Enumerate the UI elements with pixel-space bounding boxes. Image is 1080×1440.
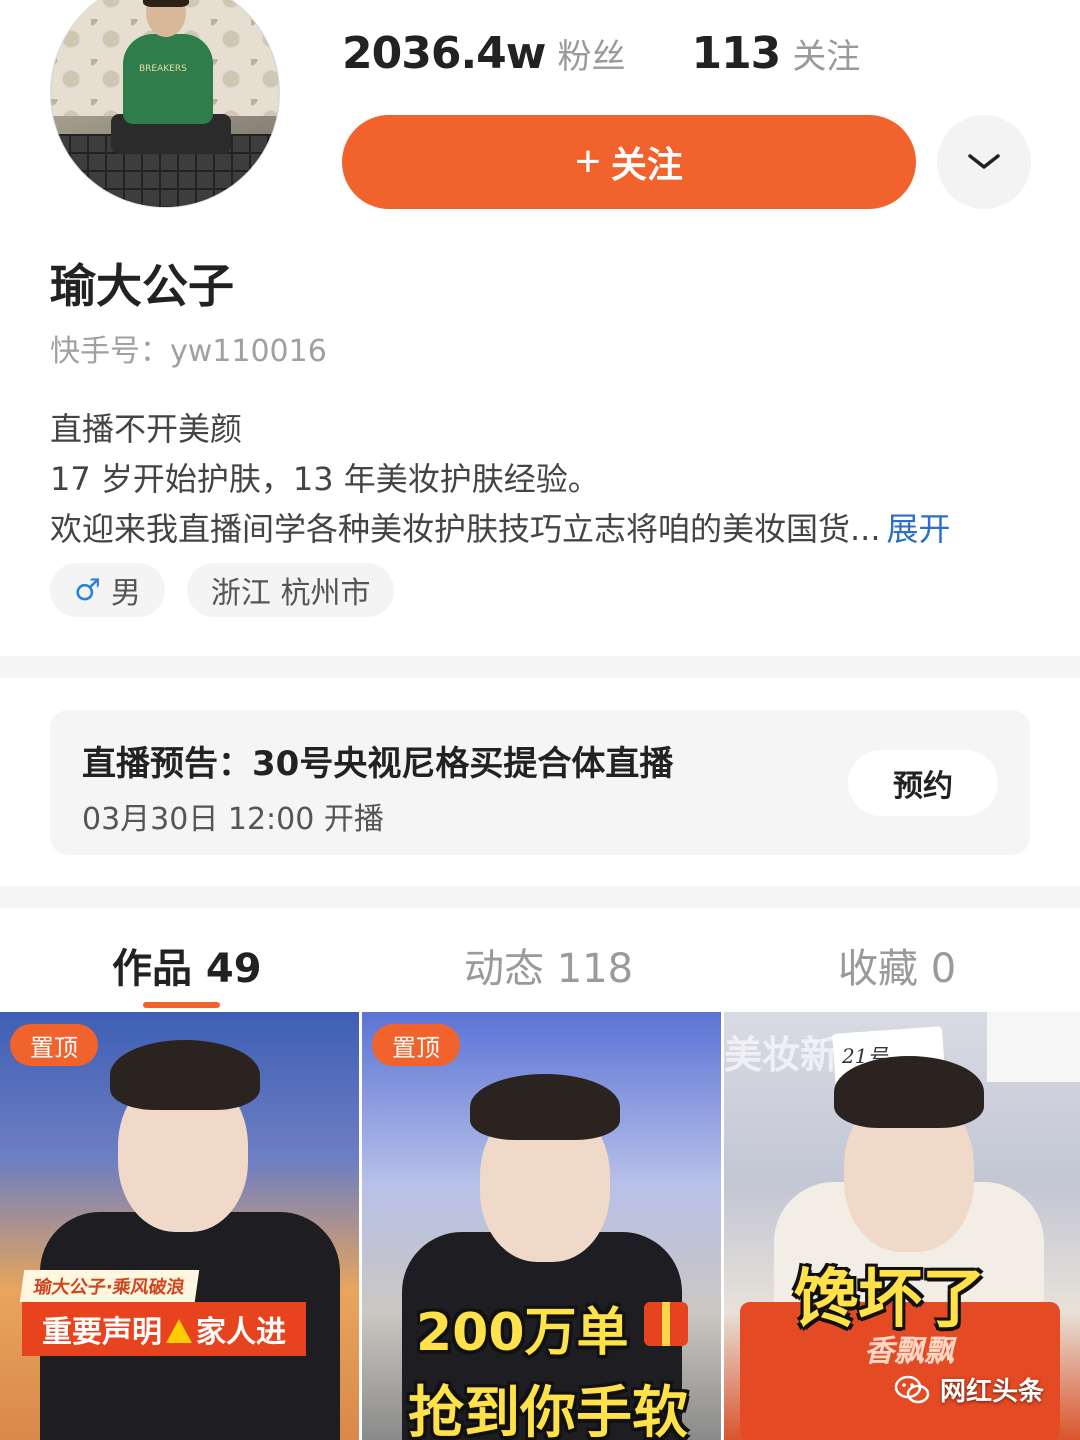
avatar-figure-shirt — [123, 34, 213, 124]
male-icon: ♂ — [74, 572, 101, 608]
section-divider — [0, 656, 1080, 678]
bio-line-3-text: 欢迎来我直播间学各种美妆护肤技巧立志将咱的美妆国货... — [50, 510, 881, 548]
tab-works[interactable]: 作品 49 — [112, 936, 262, 994]
video-caption: 馋坏了 — [794, 1263, 986, 1337]
profile-stats: 2036.4w 粉丝 113 关注 — [342, 28, 860, 79]
follow-button[interactable]: + 关注 — [342, 115, 916, 209]
kuaishou-id[interactable]: 快手号：yw110016 — [50, 326, 327, 370]
fans-count[interactable]: 2036.4w — [342, 28, 546, 79]
video-caption-main-b: 家人进 — [196, 1315, 286, 1350]
following-label[interactable]: 关注 — [792, 29, 860, 78]
section-divider — [0, 886, 1080, 908]
profile-tabs: 作品 49 动态 118 收藏 0 — [0, 912, 1080, 1012]
pinned-badge: 置顶 — [372, 1024, 460, 1066]
video-caption-main: 重要声明 家人进 — [22, 1302, 306, 1356]
gender-label: 男 — [110, 576, 141, 611]
figure-hair — [470, 1074, 620, 1140]
background-graphic: 美妆新 — [724, 1033, 839, 1077]
bio-line-2: 17 岁开始护肤，13 年美妆护肤经验。 — [50, 460, 600, 498]
gender-tag: ♂ 男 — [50, 563, 165, 617]
video-caption-line-1: 200万单 — [416, 1303, 629, 1363]
chevron-down-icon — [968, 154, 1000, 169]
figure-hair — [834, 1056, 984, 1128]
profile-name: 瑜大公子 — [50, 259, 234, 313]
watermark-text: 网红头条 — [939, 1377, 1044, 1407]
profile-bio: 直播不开美颜 17 岁开始护肤，13 年美妆护肤经验。 欢迎来我直播间学各种美妆… — [50, 404, 951, 554]
avatar-figure-hair — [143, 0, 189, 7]
gift-icon — [644, 1302, 688, 1346]
background-board — [987, 1012, 1080, 1082]
video-caption-main-a: 重要声明 — [42, 1315, 162, 1350]
plus-icon: + — [575, 137, 601, 186]
figure-hair — [110, 1040, 260, 1110]
video-caption-line-2: 抢到你手软 — [408, 1381, 688, 1440]
video-grid: 置顶 瑜大公子·乘风破浪 重要声明 家人进 置顶 200万单 抢到你手软 美妆新 … — [0, 1012, 1080, 1440]
video-caption-small: 瑜大公子·乘风破浪 — [19, 1270, 200, 1302]
pinned-badge: 置顶 — [10, 1024, 98, 1066]
live-notice-card[interactable]: 直播预告：30号央视尼格买提合体直播 03月30日 12:00 开播 预约 — [50, 710, 1030, 855]
active-tab-indicator — [143, 1002, 220, 1008]
location-label: 浙江 杭州市 — [210, 576, 371, 611]
live-notice-title: 直播预告：30号央视尼格买提合体直播 — [82, 744, 674, 784]
tab-moments[interactable]: 动态 118 — [464, 936, 633, 994]
video-thumbnail-1[interactable]: 置顶 瑜大公子·乘风破浪 重要声明 家人进 — [0, 1012, 359, 1440]
live-notice-time: 03月30日 12:00 开播 — [82, 802, 384, 837]
following-count[interactable]: 113 — [691, 28, 781, 79]
more-options-button[interactable] — [937, 115, 1031, 209]
profile-tags: ♂ 男 浙江 杭州市 — [50, 563, 395, 617]
watermark: 网红头条 — [894, 1371, 1044, 1408]
warning-icon — [166, 1319, 192, 1343]
avatar[interactable] — [50, 0, 280, 208]
bio-line-3: 欢迎来我直播间学各种美妆护肤技巧立志将咱的美妆国货... 展开 — [50, 504, 951, 554]
fans-label[interactable]: 粉丝 — [557, 29, 625, 78]
expand-bio-link[interactable]: 展开 — [887, 510, 951, 548]
tab-favorites[interactable]: 收藏 0 — [838, 936, 956, 994]
location-tag[interactable]: 浙江 杭州市 — [186, 563, 395, 617]
bio-line-1: 直播不开美颜 — [50, 410, 243, 448]
video-thumbnail-2[interactable]: 置顶 200万单 抢到你手软 — [362, 1012, 721, 1440]
reserve-button[interactable]: 预约 — [848, 750, 998, 816]
follow-button-label: 关注 — [610, 144, 683, 185]
wechat-icon — [894, 1375, 930, 1403]
